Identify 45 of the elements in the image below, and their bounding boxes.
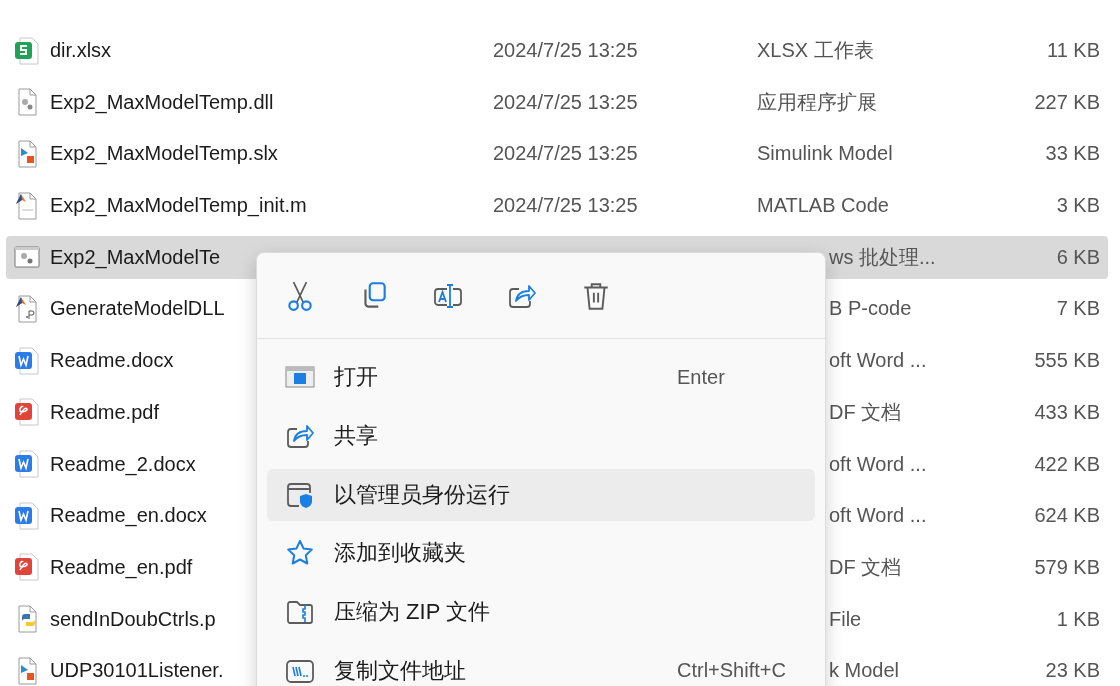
- file-date: 2024/7/25 13:25: [493, 90, 638, 113]
- file-type: DF 文档: [829, 400, 902, 423]
- file-type: oft Word ...: [829, 504, 927, 527]
- file-size: 3 KB: [1056, 194, 1100, 218]
- shortcut-label: Ctrl+Shift+C: [677, 659, 786, 683]
- file-type: File: [829, 607, 862, 630]
- file-name: Readme.pdf: [50, 400, 159, 423]
- file-size: 33 KB: [1045, 142, 1100, 166]
- file-name: Exp2_MaxModelTemp.slx: [50, 142, 278, 165]
- file-name: Exp2_MaxModelTemp.dll: [50, 90, 274, 113]
- file-date: 2024/7/25 13:25: [493, 194, 638, 217]
- file-size: 624 KB: [1034, 504, 1100, 528]
- file-size: 579 KB: [1034, 555, 1100, 579]
- file-name: Readme_en.pdf: [50, 555, 193, 578]
- shortcut-label: Enter: [677, 365, 725, 389]
- file-name: Exp2_MaxModelTemp_init.m: [50, 194, 307, 217]
- file-type: 应用程序扩展: [757, 90, 877, 113]
- file-type: oft Word ...: [829, 349, 927, 372]
- file-size: 11 KB: [1047, 39, 1100, 62]
- file-name: dir.xlsx: [50, 39, 112, 61]
- file-type: k Model: [829, 659, 900, 682]
- file-size: 1 KB: [1056, 607, 1100, 631]
- file-name: Exp2_MaxModelTe: [50, 245, 221, 268]
- file-name: sendInDoubCtrls.p: [50, 607, 216, 630]
- file-type: XLSX 工作表: [757, 39, 874, 61]
- file-type: MATLAB Code: [757, 194, 889, 217]
- file-size: 227 KB: [1034, 90, 1100, 114]
- file-type: B P-code: [829, 297, 912, 320]
- file-size: 6 KB: [1056, 245, 1100, 269]
- file-type: Simulink Model: [757, 142, 893, 165]
- file-size: 7 KB: [1056, 297, 1100, 321]
- file-size: 433 KB: [1034, 400, 1100, 424]
- file-date: 2024/7/25 13:25: [493, 142, 638, 165]
- file-name: GenerateModelDLL: [50, 297, 225, 320]
- file-type: DF 文档: [829, 555, 902, 578]
- file-date: 2024/7/25 13:25: [493, 39, 638, 61]
- file-type: ws 批处理...: [829, 245, 936, 268]
- file-name: Readme_en.docx: [50, 504, 207, 527]
- file-name: Readme.docx: [50, 349, 174, 372]
- file-name: UDP30101Listener.: [50, 659, 224, 682]
- file-name: Readme_2.docx: [50, 452, 196, 475]
- file-size: 555 KB: [1034, 349, 1100, 373]
- file-size: 422 KB: [1034, 452, 1100, 476]
- file-size: 23 KB: [1045, 659, 1100, 683]
- file-type: oft Word ...: [829, 452, 927, 475]
